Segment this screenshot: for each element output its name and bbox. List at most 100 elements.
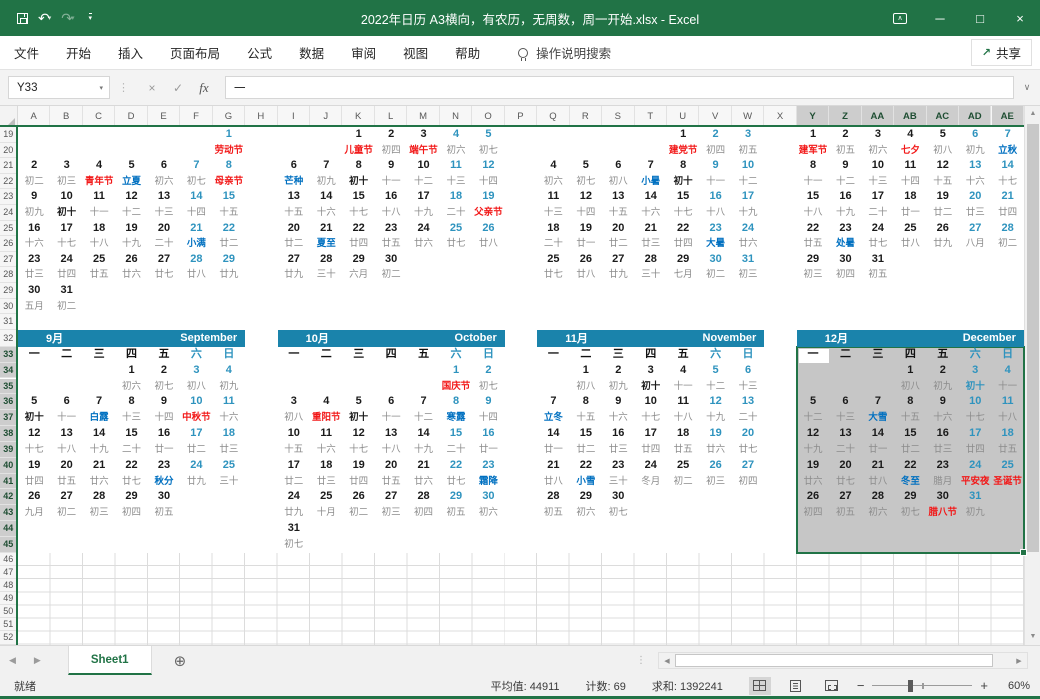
empty-cell[interactable] <box>375 363 407 379</box>
empty-cell[interactable] <box>862 363 894 379</box>
lunar-cell[interactable]: 廿七 <box>440 474 472 490</box>
weekday-cell[interactable]: 五 <box>148 347 180 363</box>
lunar-cell[interactable]: 小雪 <box>570 474 602 490</box>
lunar-cell[interactable]: 十八 <box>667 410 699 426</box>
lunar-cell[interactable]: 廿三 <box>602 442 634 458</box>
row-header-21[interactable]: 21 <box>0 158 16 174</box>
date-cell[interactable]: 21 <box>537 458 569 474</box>
empty-cell[interactable] <box>375 521 407 537</box>
lunar-cell[interactable]: 十三 <box>732 379 764 395</box>
date-cell[interactable]: 13 <box>732 394 764 410</box>
empty-cell[interactable] <box>278 379 310 395</box>
insert-function-button[interactable]: fx <box>191 80 217 96</box>
lunar-cell[interactable]: 廿八 <box>862 474 894 490</box>
row-header-44[interactable]: 44 <box>0 521 16 537</box>
date-cell[interactable]: 17 <box>959 426 991 442</box>
normal-view-button[interactable] <box>749 677 771 695</box>
empty-cell[interactable] <box>180 505 212 521</box>
date-cell[interactable]: 8 <box>440 394 472 410</box>
lunar-cell[interactable]: 十六 <box>213 410 245 426</box>
weekday-cell[interactable]: 日 <box>472 347 504 363</box>
save-button[interactable] <box>14 7 31 29</box>
weekday-cell[interactable]: 五 <box>927 347 959 363</box>
empty-cell[interactable] <box>18 379 50 395</box>
empty-cell[interactable] <box>342 521 374 537</box>
lunar-cell[interactable]: 十七 <box>342 442 374 458</box>
date-cell[interactable]: 3 <box>278 394 310 410</box>
lunar-cell[interactable]: 廿六 <box>83 474 115 490</box>
date-cell[interactable]: 4 <box>310 394 342 410</box>
empty-cell[interactable] <box>213 489 245 505</box>
lunar-cell[interactable]: 廿四 <box>18 474 50 490</box>
lunar-cell[interactable]: 初九 <box>213 379 245 395</box>
lunar-cell[interactable]: 十六 <box>310 442 342 458</box>
date-cell[interactable]: 9 <box>602 394 634 410</box>
date-cell[interactable]: 23 <box>148 458 180 474</box>
empty-cell[interactable] <box>829 379 861 395</box>
date-cell[interactable]: 11 <box>667 394 699 410</box>
lunar-cell[interactable]: 初九 <box>959 505 991 521</box>
weekday-cell[interactable]: 一 <box>537 347 569 363</box>
row-header-34[interactable]: 34 <box>0 363 16 379</box>
lunar-cell[interactable]: 廿三 <box>213 442 245 458</box>
lunar-cell[interactable]: 初四 <box>115 505 147 521</box>
date-cell[interactable]: 2 <box>602 363 634 379</box>
formula-bar-expand-button[interactable]: ∨ <box>1014 82 1040 93</box>
date-cell[interactable]: 31 <box>959 489 991 505</box>
lunar-cell[interactable]: 初四 <box>797 505 829 521</box>
date-cell[interactable]: 29 <box>115 489 147 505</box>
date-cell[interactable]: 9 <box>472 394 504 410</box>
weekday-cell[interactable]: 日 <box>991 347 1023 363</box>
lunar-cell[interactable]: 初十 <box>959 379 991 395</box>
ribbon-tab-8[interactable]: 帮助 <box>455 43 480 62</box>
empty-cell[interactable] <box>83 379 115 395</box>
lunar-cell[interactable]: 初五 <box>537 505 569 521</box>
date-cell[interactable]: 9 <box>927 394 959 410</box>
weekday-cell[interactable]: 三 <box>602 347 634 363</box>
lunar-cell[interactable]: 初五 <box>829 505 861 521</box>
date-cell[interactable]: 19 <box>797 458 829 474</box>
lunar-cell[interactable]: 冬月 <box>635 474 667 490</box>
empty-cell[interactable] <box>797 379 829 395</box>
lunar-cell[interactable]: 廿二 <box>894 442 926 458</box>
weekday-cell[interactable]: 六 <box>699 347 731 363</box>
lunar-cell[interactable]: 初六 <box>862 505 894 521</box>
month-banner-november[interactable]: 11月November <box>537 330 764 347</box>
empty-cell[interactable] <box>310 537 342 553</box>
row-header-19[interactable]: 19 <box>0 127 16 143</box>
date-cell[interactable]: 23 <box>602 458 634 474</box>
column-header-X[interactable]: X <box>764 106 796 127</box>
lunar-cell[interactable]: 十八 <box>991 410 1023 426</box>
weekday-cell[interactable]: 日 <box>213 347 245 363</box>
lunar-cell[interactable]: 中秋节 <box>180 410 212 426</box>
weekday-cell[interactable]: 一 <box>278 347 310 363</box>
lunar-cell[interactable]: 十八 <box>375 442 407 458</box>
month-banner-december[interactable]: 12月December <box>797 330 1024 347</box>
date-cell[interactable]: 26 <box>342 489 374 505</box>
zoom-slider[interactable] <box>872 679 972 693</box>
date-cell[interactable]: 30 <box>602 489 634 505</box>
lunar-cell[interactable]: 初十 <box>342 410 374 426</box>
empty-cell[interactable] <box>342 379 374 395</box>
date-cell[interactable]: 1 <box>570 363 602 379</box>
date-cell[interactable]: 22 <box>894 458 926 474</box>
date-cell[interactable]: 21 <box>862 458 894 474</box>
empty-cell[interactable] <box>635 489 667 505</box>
row-header-35[interactable]: 35 <box>0 379 16 395</box>
date-cell[interactable]: 14 <box>83 426 115 442</box>
lunar-cell[interactable]: 廿七 <box>829 474 861 490</box>
lunar-cell[interactable]: 廿三 <box>927 442 959 458</box>
date-cell[interactable]: 18 <box>310 458 342 474</box>
weekday-cell[interactable]: 五 <box>667 347 699 363</box>
lunar-cell[interactable]: 立冬 <box>537 410 569 426</box>
date-cell[interactable]: 21 <box>83 458 115 474</box>
date-cell[interactable]: 10 <box>959 394 991 410</box>
lunar-cell[interactable]: 国庆节 <box>440 379 472 395</box>
lunar-cell[interactable]: 廿二 <box>180 442 212 458</box>
lunar-cell[interactable]: 十七 <box>18 442 50 458</box>
lunar-cell[interactable]: 十二 <box>699 379 731 395</box>
lunar-cell[interactable]: 初六 <box>472 505 504 521</box>
lunar-cell[interactable]: 廿一 <box>472 442 504 458</box>
row-header-39[interactable]: 39 <box>0 442 16 458</box>
lunar-cell[interactable]: 廿一 <box>862 442 894 458</box>
